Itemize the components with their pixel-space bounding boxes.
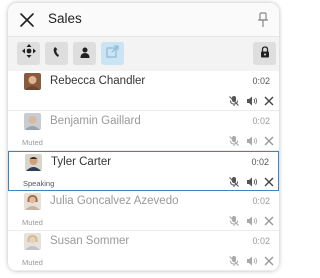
participant-row[interactable]: Susan Sommer 0:02 Muted xyxy=(8,231,279,271)
participant-name: Julia Goncalvez Azevedo xyxy=(50,195,179,207)
participant-row-selected[interactable]: Tyler Carter 0:02 Speaking xyxy=(8,151,279,191)
panel-header: Sales xyxy=(8,3,279,37)
participant-status: Muted xyxy=(22,258,43,267)
transfer-button[interactable] xyxy=(101,42,124,65)
close-icon[interactable] xyxy=(263,215,275,227)
lock-icon xyxy=(260,45,270,63)
transfer-icon xyxy=(105,44,120,63)
speaker-icon[interactable] xyxy=(246,215,258,227)
participant-status: Muted xyxy=(22,138,43,147)
close-icon[interactable] xyxy=(263,135,275,147)
participant-name: Susan Sommer xyxy=(50,235,130,247)
mic-off-icon[interactable] xyxy=(228,255,240,267)
participant-name: Tyler Carter xyxy=(51,156,112,168)
call-duration: 0:02 xyxy=(252,236,270,246)
participant-status: Muted xyxy=(22,218,43,227)
phone-button[interactable] xyxy=(45,42,68,65)
participant-row[interactable]: Julia Goncalvez Azevedo 0:02 Muted xyxy=(8,191,279,231)
close-icon[interactable] xyxy=(263,95,275,107)
call-duration: 0:02 xyxy=(252,76,270,86)
avatar xyxy=(24,193,41,210)
mic-off-icon[interactable] xyxy=(228,95,240,107)
avatar xyxy=(24,73,41,90)
toolbar xyxy=(8,37,279,71)
speaker-icon[interactable] xyxy=(246,95,258,107)
avatar xyxy=(24,233,41,250)
person-button[interactable] xyxy=(73,42,96,65)
mic-off-icon[interactable] xyxy=(228,135,240,147)
speaker-icon[interactable] xyxy=(246,176,258,188)
participant-name: Benjamin Gaillard xyxy=(50,115,141,127)
pin-icon[interactable] xyxy=(256,12,270,28)
conference-panel: Sales Rebecca Chandler 0:02 Benjamin Gai… xyxy=(8,3,279,271)
move-icon xyxy=(21,44,36,63)
speaker-icon[interactable] xyxy=(246,135,258,147)
window-title: Sales xyxy=(48,11,82,26)
phone-icon xyxy=(52,45,62,63)
participant-name: Rebecca Chandler xyxy=(50,75,146,87)
participant-row[interactable]: Benjamin Gaillard 0:02 Muted xyxy=(8,111,279,151)
call-duration: 0:02 xyxy=(251,157,269,167)
avatar xyxy=(24,113,41,130)
lock-button[interactable] xyxy=(253,42,276,65)
move-button[interactable] xyxy=(17,42,40,65)
participant-status: Speaking xyxy=(23,179,55,188)
close-icon[interactable] xyxy=(263,176,275,188)
participant-list: Rebecca Chandler 0:02 Benjamin Gaillard … xyxy=(8,71,279,271)
person-icon xyxy=(80,45,90,63)
mic-off-icon[interactable] xyxy=(228,176,240,188)
avatar xyxy=(25,154,42,171)
participant-row[interactable]: Rebecca Chandler 0:02 xyxy=(8,71,279,111)
close-icon[interactable] xyxy=(263,255,275,267)
speaker-icon[interactable] xyxy=(246,255,258,267)
call-duration: 0:02 xyxy=(252,196,270,206)
mic-off-icon[interactable] xyxy=(228,215,240,227)
close-icon[interactable] xyxy=(19,12,35,28)
call-duration: 0:02 xyxy=(252,116,270,126)
